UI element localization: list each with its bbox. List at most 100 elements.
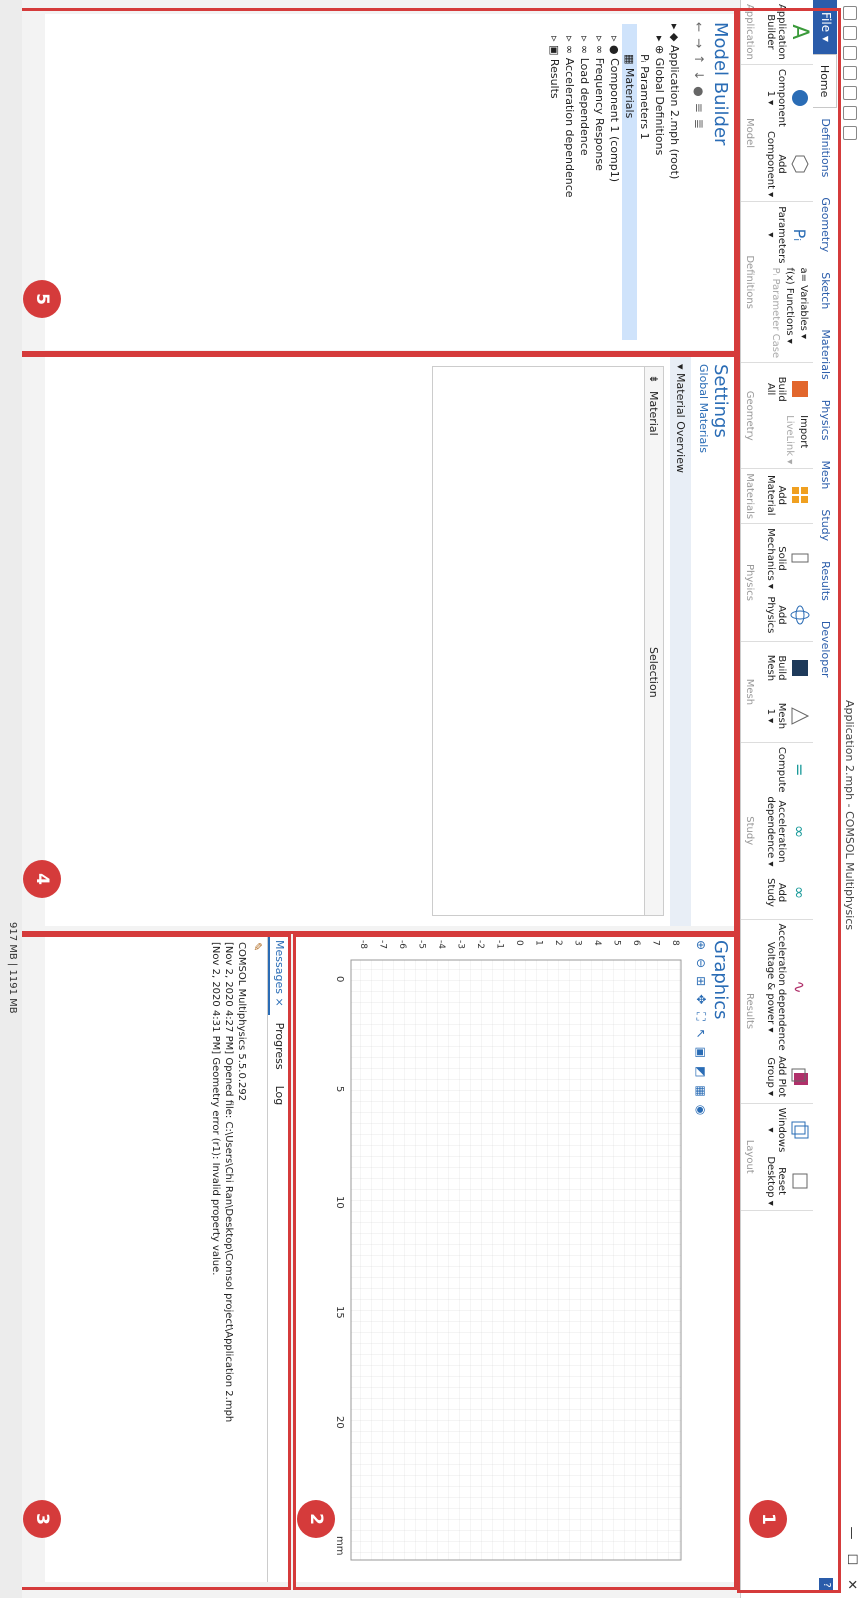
zoom-in-icon[interactable]: ⊕: [693, 940, 708, 950]
tab-mesh[interactable]: Mesh: [813, 450, 837, 499]
y-tick-label: 3: [573, 940, 583, 946]
paste-icon[interactable]: [843, 126, 857, 140]
build-all-button[interactable]: Build All: [765, 367, 813, 411]
tree-label: Materials: [623, 67, 636, 119]
reset-desktop-button[interactable]: Reset Desktop ▾: [765, 1156, 813, 1206]
zoom-out-icon[interactable]: ⊖: [693, 958, 708, 968]
clear-messages-icon[interactable]: ✎: [248, 932, 267, 1582]
arrow-down-icon[interactable]: ↓: [692, 70, 706, 80]
zoom-extents-icon[interactable]: ⛶: [693, 1012, 708, 1020]
grid-icon[interactable]: ▦: [693, 1085, 708, 1096]
settings-subtitle: Global Materials: [697, 364, 710, 454]
functions-button[interactable]: f(x) Functions ▾: [784, 267, 795, 358]
tree-item-component[interactable]: ▹ ● Component 1 (comp1): [607, 24, 622, 340]
redo-icon[interactable]: [843, 86, 857, 100]
add-material-button[interactable]: Add Material: [765, 473, 813, 517]
tree-item-parameters[interactable]: Pᵢ Parameters 1: [637, 24, 652, 340]
component-button[interactable]: Component 1 ▾: [765, 69, 813, 127]
tab-messages[interactable]: Messages ×: [268, 932, 289, 1015]
application-builder-button[interactable]: A Application Builder: [765, 4, 813, 60]
minimize-icon[interactable]: —: [844, 1526, 859, 1539]
reset-desktop-icon: [789, 1170, 811, 1192]
select-icon[interactable]: ↖: [693, 1029, 708, 1039]
livelink-button[interactable]: LiveLink ▾: [784, 415, 795, 464]
col-material[interactable]: Material: [648, 391, 661, 647]
filter-icon[interactable]: ⇟: [648, 367, 661, 391]
tree-item-study[interactable]: ▹ ∞ Load dependence: [577, 24, 592, 340]
tab-log[interactable]: Log: [268, 1078, 289, 1114]
button-label: Reset: [776, 1167, 787, 1195]
solid-mechanics-button[interactable]: Solid Mechanics ▾: [765, 528, 813, 589]
maximize-icon[interactable]: ☐: [844, 1553, 859, 1565]
tree-item-study[interactable]: ▹ ∞ Acceleration dependence: [562, 24, 577, 340]
pan-icon[interactable]: ✥: [693, 994, 708, 1004]
tab-physics[interactable]: Physics: [813, 390, 837, 451]
open-icon[interactable]: [843, 26, 857, 40]
button-label: Parameters: [776, 206, 787, 264]
arrow-right-icon[interactable]: →: [692, 38, 706, 48]
new-icon[interactable]: [843, 6, 857, 20]
tree-item-root[interactable]: ▸ ◆ Application 2.mph (root): [667, 24, 682, 340]
tab-geometry[interactable]: Geometry: [813, 187, 837, 262]
tab-home[interactable]: Home: [813, 53, 837, 109]
tree-item-global-definitions[interactable]: ▸ ⊕ Global Definitions: [652, 24, 667, 340]
compute-button[interactable]: = Compute: [776, 747, 813, 793]
button-label: All: [765, 382, 776, 396]
group-application: A Application Builder Application: [741, 0, 813, 65]
group-label: Study: [744, 816, 755, 846]
file-menu-button[interactable]: File ▾: [813, 0, 837, 54]
view-icon[interactable]: ▣: [693, 1047, 708, 1058]
tree-item-materials[interactable]: ▦ Materials: [622, 24, 637, 340]
tab-progress[interactable]: Progress: [268, 1015, 289, 1078]
arrow-left-icon[interactable]: ←: [692, 22, 706, 32]
add-physics-button[interactable]: Add Physics: [765, 593, 813, 637]
parameter-case-button[interactable]: Pᵢ Parameter Case: [770, 267, 781, 358]
build-mesh-button[interactable]: Build Mesh: [765, 646, 813, 690]
tree-item-results[interactable]: ▹ ▣ Results: [547, 24, 562, 340]
button-label: Compute: [776, 746, 787, 793]
parameters-button[interactable]: Pᵢ Parameters ▾: [765, 206, 813, 263]
y-tick-label: 8: [670, 940, 680, 946]
col-selection[interactable]: Selection: [648, 647, 661, 915]
mesh-icon: [789, 705, 811, 727]
collapse-icon[interactable]: ≣: [692, 119, 706, 129]
show-icon[interactable]: ●: [692, 86, 706, 96]
import-button[interactable]: Import: [798, 415, 809, 464]
button-label: Component: [776, 68, 787, 127]
arrow-up-icon[interactable]: ↑: [692, 54, 706, 64]
graphics-canvas[interactable]: mm 05101520 876543210-1-2-3-4-5-6-7-8: [331, 936, 691, 1576]
render-icon[interactable]: ◩: [693, 1066, 708, 1077]
tab-results[interactable]: Results: [813, 551, 837, 611]
undo-icon[interactable]: [843, 66, 857, 80]
add-study-button[interactable]: ∞ Add Study: [765, 871, 813, 915]
group-label: Materials: [744, 473, 755, 520]
copy-icon[interactable]: [843, 106, 857, 120]
screenshot-icon[interactable]: ◉: [693, 1105, 708, 1115]
material-overview-section[interactable]: ▾ Material Overview: [670, 356, 691, 926]
acceleration-dependence-study-button[interactable]: ∞ Acceleration dependence ▾: [765, 796, 813, 866]
close-icon[interactable]: ✕: [844, 1579, 859, 1590]
tab-definitions[interactable]: Definitions: [813, 108, 837, 187]
group-physics: Solid Mechanics ▾ Add Physics Physics: [741, 524, 813, 642]
title-bar: Application 2.mph - COMSOL Multiphysics …: [836, 0, 861, 1598]
mesh-button[interactable]: Mesh 1 ▾: [765, 694, 813, 738]
save-icon[interactable]: [843, 46, 857, 60]
tree-label: Application 2.mph (root): [668, 44, 681, 180]
zoom-box-icon[interactable]: ⊞: [693, 976, 708, 986]
variables-button[interactable]: a= Variables ▾: [798, 267, 809, 358]
tab-sketch[interactable]: Sketch: [813, 262, 837, 319]
tab-materials[interactable]: Materials: [813, 319, 837, 389]
plot-group-button[interactable]: ∿ Acceleration dependence Voltage & powe…: [765, 924, 813, 1051]
model-tree: ▸ ◆ Application 2.mph (root) ▸ ⊕ Global …: [541, 14, 688, 350]
add-plot-group-button[interactable]: Add Plot Group ▾: [765, 1055, 813, 1099]
windows-button[interactable]: Windows ▾: [765, 1108, 813, 1152]
expand-icon[interactable]: ≡: [692, 103, 706, 113]
tab-developer[interactable]: Developer: [813, 611, 837, 688]
button-label: Desktop ▾: [765, 1156, 776, 1206]
add-component-button[interactable]: Add Component ▾: [765, 131, 813, 197]
group-definitions: Pᵢ Parameters ▾ a= Variables ▾ f(x) Func…: [741, 202, 813, 364]
tab-study[interactable]: Study: [813, 499, 837, 551]
button-label: Builder: [765, 14, 776, 50]
help-icon[interactable]: ?: [819, 1578, 833, 1592]
tree-item-study[interactable]: ▹ ∞ Frequency Response: [592, 24, 607, 340]
